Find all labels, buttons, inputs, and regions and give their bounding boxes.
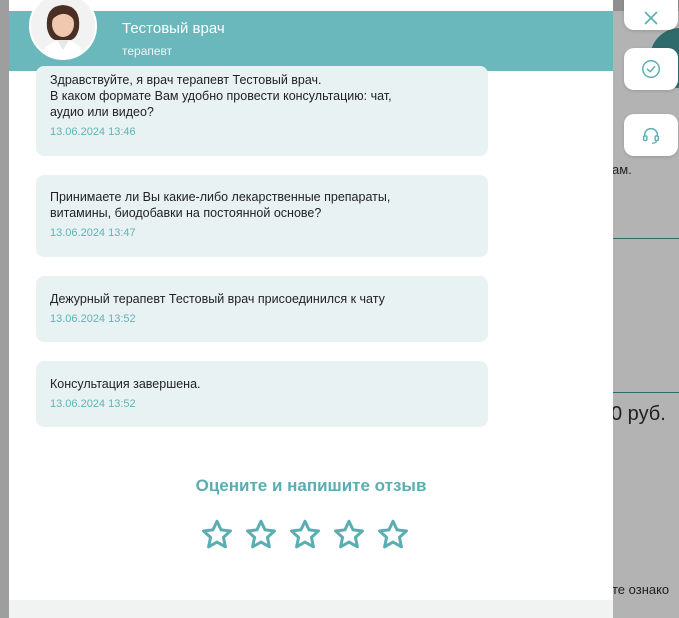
doctor-role: терапевт bbox=[122, 44, 173, 58]
close-button[interactable] bbox=[624, 0, 678, 30]
message-time: 13.06.2024 13:46 bbox=[50, 126, 136, 138]
star-icon[interactable] bbox=[331, 517, 367, 553]
message-time: 13.06.2024 13:47 bbox=[50, 227, 136, 239]
background-left-strip bbox=[0, 0, 9, 618]
message-text: Здравствуйте, я врач терапевт Тестовый в… bbox=[50, 73, 392, 119]
message-time: 13.06.2024 13:52 bbox=[50, 398, 136, 410]
support-button[interactable] bbox=[624, 114, 678, 156]
star-icon[interactable] bbox=[243, 517, 279, 553]
headset-icon bbox=[642, 127, 660, 144]
message-time: 13.06.2024 13:52 bbox=[50, 313, 136, 325]
complete-button[interactable] bbox=[624, 48, 678, 90]
doctor-photo-icon bbox=[31, 0, 95, 58]
doctor-name: Тестовый врач bbox=[122, 20, 225, 37]
check-circle-icon bbox=[642, 60, 660, 78]
panel-footer bbox=[9, 600, 613, 618]
message-text: Консультация завершена. bbox=[50, 377, 201, 391]
background-bottom-text: те ознако bbox=[612, 582, 670, 597]
message-text: Принимаете ли Вы какие-либо лекарственны… bbox=[50, 190, 391, 220]
close-icon bbox=[644, 11, 658, 25]
chat-panel: Тестовый врач терапевт Здравствуйте, я в… bbox=[9, 0, 613, 618]
chat-header: Тестовый врач терапевт bbox=[9, 11, 613, 71]
background-price: 0 руб. bbox=[611, 403, 666, 425]
background-divider bbox=[612, 392, 679, 393]
chat-message: Консультация завершена. 13.06.2024 13:52 bbox=[36, 361, 488, 427]
chat-message: Принимаете ли Вы какие-либо лекарственны… bbox=[36, 175, 488, 257]
star-icon[interactable] bbox=[199, 517, 235, 553]
star-icon[interactable] bbox=[375, 517, 411, 553]
chat-message: Дежурный терапевт Тестовый врач присоеди… bbox=[36, 276, 488, 342]
background-divider bbox=[612, 238, 679, 239]
star-icon[interactable] bbox=[287, 517, 323, 553]
chat-message: Здравствуйте, я врач терапевт Тестовый в… bbox=[36, 66, 488, 156]
rating-title: Оцените и напишите отзыв bbox=[195, 476, 427, 495]
rating-stars bbox=[199, 517, 411, 553]
message-text: Дежурный терапевт Тестовый врач присоеди… bbox=[50, 292, 385, 306]
background-text: ам. bbox=[612, 162, 632, 177]
panel-top-strip bbox=[9, 0, 613, 11]
